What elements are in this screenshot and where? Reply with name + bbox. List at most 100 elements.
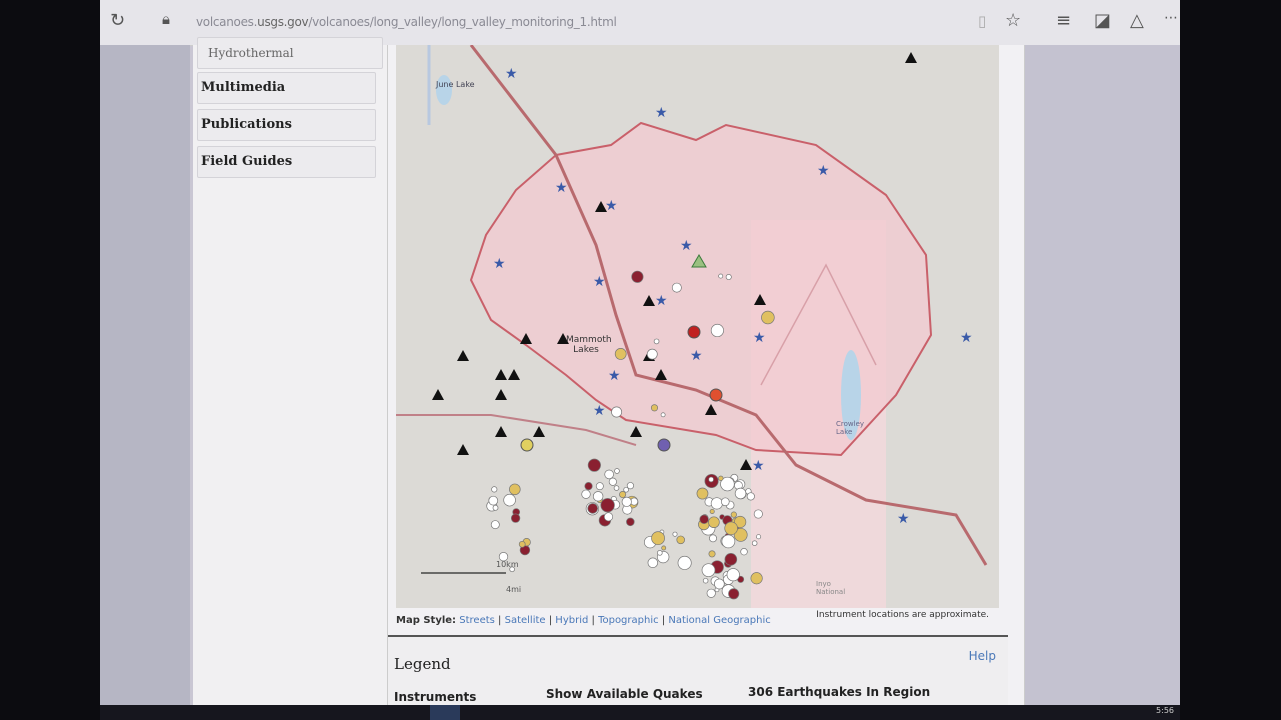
earthquake-marker[interactable]: [701, 563, 716, 578]
nav-item-field-guides[interactable]: Field Guides: [197, 146, 376, 178]
earthquake-marker[interactable]: [520, 438, 534, 452]
earthquake-marker[interactable]: [740, 548, 748, 556]
nav-item-multimedia[interactable]: Multimedia: [197, 72, 376, 104]
seismometer-star-icon[interactable]: ★: [505, 66, 518, 82]
earthquake-marker[interactable]: [518, 540, 526, 548]
map-style-natgeo[interactable]: National Geographic: [668, 615, 770, 626]
seismometer-star-icon[interactable]: ★: [752, 458, 765, 474]
earthquake-marker[interactable]: [492, 504, 499, 511]
earthquake-marker[interactable]: [720, 497, 730, 507]
seismometer-star-icon[interactable]: ★: [817, 163, 830, 179]
seismometer-star-icon[interactable]: ★: [608, 368, 621, 384]
earthquake-marker[interactable]: [510, 513, 521, 523]
hub-icon[interactable]: ≡: [1056, 10, 1071, 31]
earthquake-marker[interactable]: [708, 516, 720, 529]
earthquake-marker[interactable]: [709, 508, 715, 514]
earthquake-marker[interactable]: [676, 535, 685, 545]
earthquake-marker[interactable]: [611, 406, 623, 418]
earthquake-marker[interactable]: [756, 534, 762, 540]
seismometer-star-icon[interactable]: ★: [680, 238, 693, 254]
gps-triangle-icon[interactable]: [508, 369, 520, 380]
earthquake-marker[interactable]: [603, 512, 614, 522]
earthquake-marker[interactable]: [750, 572, 763, 585]
earthquake-marker[interactable]: [614, 468, 620, 474]
earthquake-marker[interactable]: [587, 458, 601, 472]
seismometer-star-icon[interactable]: ★: [555, 180, 568, 196]
earthquake-marker[interactable]: [751, 540, 758, 546]
earthquake-marker[interactable]: [657, 438, 671, 452]
earthquake-marker[interactable]: [600, 498, 615, 513]
seismometer-star-icon[interactable]: ★: [655, 293, 668, 309]
earthquake-marker[interactable]: [661, 545, 667, 551]
earthquake-marker[interactable]: [587, 503, 598, 514]
earthquake-marker[interactable]: [718, 273, 724, 279]
earthquake-marker[interactable]: [621, 496, 632, 507]
seismometer-star-icon[interactable]: ★: [655, 105, 668, 121]
earthquake-marker[interactable]: [490, 520, 500, 530]
web-note-icon[interactable]: ◪: [1094, 10, 1111, 31]
monitoring-map[interactable]: ★ ★ ★ ★ ★ ★ ★ ★ ★ ★ ★ ★ ★ ★ ★ ★ June Lake Mammoth Lakes…: [396, 45, 999, 608]
map-style-streets[interactable]: Streets: [459, 615, 495, 626]
earthquake-marker[interactable]: [734, 487, 747, 500]
earthquake-marker[interactable]: [710, 497, 723, 510]
gps-triangle-icon[interactable]: [495, 389, 507, 400]
earthquake-marker[interactable]: [626, 482, 635, 490]
earthquake-marker[interactable]: [613, 485, 620, 491]
earthquake-marker[interactable]: [721, 534, 736, 549]
seismometer-star-icon[interactable]: ★: [593, 403, 606, 419]
earthquake-marker[interactable]: [710, 323, 724, 338]
seismometer-star-icon[interactable]: ★: [493, 256, 506, 272]
earthquake-marker[interactable]: [761, 310, 775, 325]
earthquake-marker[interactable]: [626, 517, 635, 527]
earthquake-marker[interactable]: [724, 553, 738, 566]
earthquake-marker[interactable]: [488, 495, 499, 506]
gps-triangle-icon[interactable]: [533, 426, 545, 437]
refresh-icon[interactable]: ↻: [110, 10, 125, 31]
earthquake-marker[interactable]: [753, 509, 763, 519]
earthquake-marker[interactable]: [647, 557, 659, 568]
earthquake-marker[interactable]: [728, 588, 740, 600]
earthquake-marker[interactable]: [677, 555, 692, 570]
seismometer-star-icon[interactable]: ★: [897, 511, 910, 527]
url-field[interactable]: volcanoes.usgs.gov/volcanoes/long_valley…: [196, 15, 617, 29]
gps-triangle-icon[interactable]: [432, 389, 444, 400]
earthquake-marker[interactable]: [706, 588, 716, 598]
seismometer-star-icon[interactable]: ★: [690, 348, 703, 364]
earthquake-marker[interactable]: [631, 270, 644, 283]
earthquake-marker[interactable]: [509, 483, 521, 496]
earthquake-marker[interactable]: [651, 531, 665, 546]
gps-triangle-icon[interactable]: [740, 459, 752, 470]
map-style-topographic[interactable]: Topographic: [598, 615, 659, 626]
map-style-hybrid[interactable]: Hybrid: [555, 615, 588, 626]
earthquake-marker[interactable]: [581, 489, 591, 499]
earthquake-marker[interactable]: [503, 493, 516, 507]
earthquake-marker[interactable]: [595, 482, 604, 491]
earthquake-marker[interactable]: [696, 487, 709, 500]
earthquake-marker[interactable]: [725, 274, 732, 281]
favorite-star-icon[interactable]: ☆: [1005, 10, 1021, 31]
more-icon[interactable]: ⋯: [1164, 10, 1178, 26]
earthquake-marker[interactable]: [660, 412, 666, 418]
earthquake-marker[interactable]: [671, 282, 682, 293]
earthquake-marker[interactable]: [608, 477, 617, 486]
earthquake-marker[interactable]: [726, 568, 740, 582]
help-link[interactable]: Help: [969, 649, 996, 663]
map-style-satellite[interactable]: Satellite: [505, 615, 546, 626]
seismometer-star-icon[interactable]: ★: [960, 330, 973, 346]
earthquake-marker[interactable]: [724, 521, 738, 536]
earthquake-marker[interactable]: [702, 577, 709, 584]
show-quakes-toggle[interactable]: Show Available Quakes: [546, 687, 703, 701]
earthquake-marker[interactable]: [718, 475, 724, 481]
seismometer-star-icon[interactable]: ★: [605, 198, 618, 214]
earthquake-marker[interactable]: [619, 491, 627, 499]
gps-triangle-icon[interactable]: [630, 426, 642, 437]
earthquake-marker[interactable]: [584, 482, 593, 491]
earthquake-marker[interactable]: [650, 404, 659, 412]
earthquake-marker[interactable]: [730, 511, 737, 518]
earthquake-marker[interactable]: [491, 486, 498, 493]
earthquake-marker[interactable]: [709, 534, 717, 543]
share-icon[interactable]: △: [1130, 10, 1144, 31]
earthquake-marker[interactable]: [713, 578, 725, 590]
earthquake-marker[interactable]: [592, 491, 604, 502]
earthquake-marker[interactable]: [708, 476, 714, 483]
